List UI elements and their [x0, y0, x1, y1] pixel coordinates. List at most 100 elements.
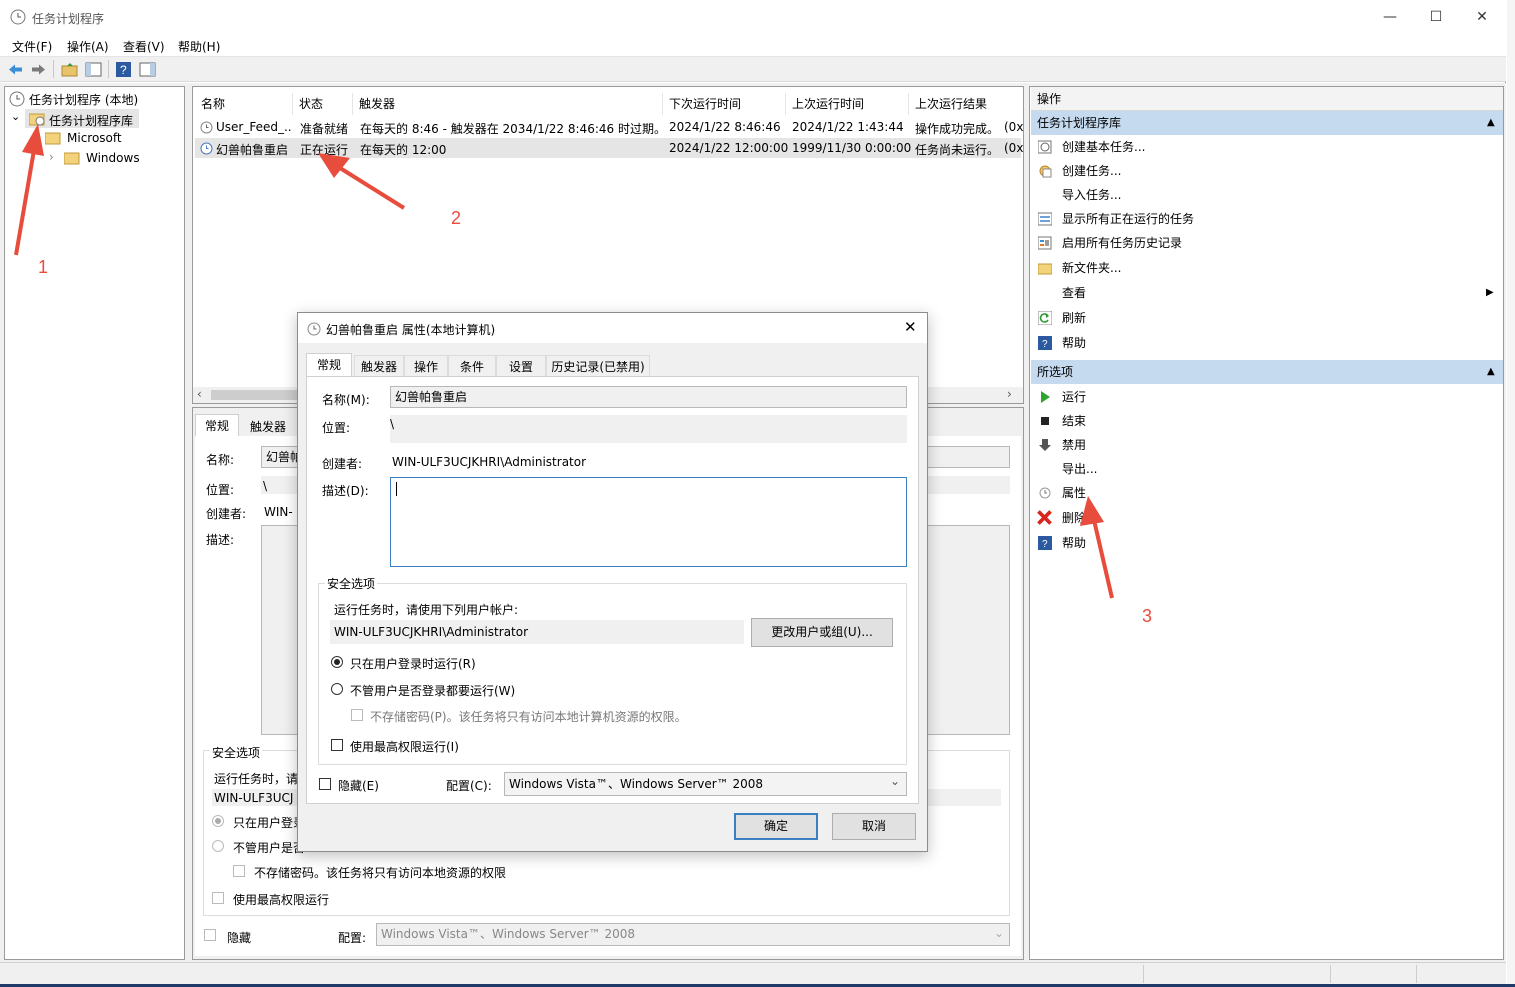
collapse-up-icon[interactable]: ▲: [1487, 360, 1495, 384]
close-button[interactable]: ✕: [1462, 6, 1502, 28]
back-arrow-icon[interactable]: [7, 61, 24, 78]
change-user-button[interactable]: 更改用户或组(U)...: [751, 618, 893, 647]
col-name[interactable]: 名称: [195, 93, 293, 115]
dialog-tab-actions[interactable]: 操作: [404, 355, 448, 377]
action-end[interactable]: 结束: [1034, 409, 1500, 433]
detail-config-select[interactable]: Windows Vista™、Windows Server™ 2008: [376, 923, 1010, 946]
action-label: 帮助: [1062, 536, 1087, 550]
svg-text:?: ?: [1042, 339, 1048, 350]
menu-view[interactable]: 查看(V): [123, 38, 165, 55]
action-refresh[interactable]: 刷新: [1034, 306, 1500, 330]
show-action-pane-icon[interactable]: [139, 61, 156, 78]
actions-section-selected[interactable]: 所选项 ▲: [1031, 360, 1503, 384]
action-label: 启用所有任务历史记录: [1062, 236, 1183, 250]
action-properties[interactable]: 属性: [1034, 481, 1500, 505]
dialog-tab-conditions[interactable]: 条件: [448, 355, 496, 377]
action-label: 创建基本任务...: [1062, 140, 1146, 154]
collapse-up-icon[interactable]: ▲: [1487, 111, 1495, 135]
dialog-tab-settings[interactable]: 设置: [496, 355, 546, 377]
dialog-close-button[interactable]: ✕: [904, 318, 917, 336]
detail-radio-logon-only-label: 只在用户登录: [233, 816, 306, 830]
row-trigger: 在每天的 12:00: [360, 143, 447, 157]
action-label: 查看: [1062, 286, 1087, 300]
detail-tab-triggers[interactable]: 触发器: [243, 416, 293, 438]
svg-text:?: ?: [120, 63, 127, 77]
dialog-radio-always[interactable]: [331, 683, 343, 695]
dialog-highest-checkbox[interactable]: [331, 739, 343, 751]
row-name: 幻兽帕鲁重启: [216, 143, 289, 157]
help-icon[interactable]: ?: [115, 61, 132, 78]
folder-up-icon[interactable]: [61, 61, 78, 78]
dialog-nostore-checkbox[interactable]: [351, 709, 363, 721]
action-create-basic-task[interactable]: 创建基本任务...: [1034, 135, 1500, 159]
col-trigger[interactable]: 触发器: [353, 93, 663, 115]
chevron-right-icon[interactable]: ›: [49, 150, 54, 164]
maximize-button[interactable]: ☐: [1416, 6, 1456, 28]
dialog-config-select[interactable]: Windows Vista™、Windows Server™ 2008: [504, 772, 907, 796]
action-help-selected[interactable]: ? 帮助: [1034, 531, 1500, 555]
detail-hidden-checkbox[interactable]: [204, 929, 216, 941]
dialog-name-field[interactable]: 幻兽帕鲁重启: [390, 386, 907, 408]
chevron-down-icon[interactable]: ⌄: [11, 110, 20, 123]
action-run[interactable]: 运行: [1034, 385, 1500, 409]
action-label: 显示所有正在运行的任务: [1062, 212, 1195, 226]
row-next: 2024/1/22 12:00:00: [669, 141, 789, 155]
action-disable[interactable]: 禁用: [1034, 433, 1500, 457]
table-row-selected[interactable]: 幻兽帕鲁重启 正在运行 在每天的 12:00 2024/1/22 12:00:0…: [195, 138, 1023, 158]
col-next-run[interactable]: 下次运行时间: [663, 93, 786, 115]
dialog-tab-general[interactable]: 常规: [306, 353, 352, 377]
ok-button[interactable]: 确定: [734, 813, 818, 840]
refresh-icon: [1038, 311, 1052, 325]
action-label: 导入任务...: [1062, 188, 1122, 202]
detail-highest-checkbox[interactable]: [212, 892, 224, 904]
cancel-button[interactable]: 取消: [832, 813, 916, 840]
action-show-running[interactable]: 显示所有正在运行的任务: [1034, 207, 1500, 231]
menu-file[interactable]: 文件(F): [12, 38, 52, 55]
action-delete[interactable]: 删除: [1034, 506, 1500, 530]
action-export[interactable]: 导出...: [1034, 457, 1500, 481]
row-last: 2024/1/22 1:43:44: [792, 120, 904, 134]
menu-action[interactable]: 操作(A): [67, 38, 109, 55]
detail-desc-label: 描述:: [206, 533, 235, 547]
row-result-code: (0x: [1004, 120, 1024, 134]
dialog-location-value: \: [390, 417, 395, 431]
scroll-left-icon[interactable]: ‹: [197, 387, 202, 401]
detail-location-label: 位置:: [206, 483, 235, 497]
row-status: 准备就绪: [300, 122, 349, 136]
detail-nostore-checkbox[interactable]: [233, 865, 245, 877]
detail-radio-logon-only[interactable]: [212, 815, 224, 827]
dialog-desc-field[interactable]: [390, 477, 907, 567]
dialog-radio-logon-only-label: 只在用户登录时运行(R): [350, 657, 476, 671]
table-row[interactable]: User_Feed_... 准备就绪 在每天的 8:46 - 触发器在 2034…: [195, 117, 1024, 137]
detail-highest-label: 使用最高权限运行: [233, 893, 330, 907]
action-label: 结束: [1062, 414, 1087, 428]
dialog-tab-history[interactable]: 历史记录(已禁用): [546, 355, 650, 377]
scroll-right-icon[interactable]: ›: [1007, 387, 1012, 401]
action-view[interactable]: 查看 ▶: [1034, 281, 1500, 305]
action-import-task[interactable]: 导入任务...: [1034, 183, 1500, 207]
col-last-result[interactable]: 上次运行结果: [909, 93, 1021, 115]
dialog-hidden-checkbox[interactable]: [319, 778, 331, 790]
detail-radio-always[interactable]: [212, 840, 224, 852]
actions-section-selected-label: 所选项: [1037, 365, 1074, 379]
actions-section-library[interactable]: 任务计划程序库 ▲: [1031, 111, 1503, 135]
clock-icon: [200, 142, 213, 155]
forward-arrow-icon[interactable]: [30, 61, 47, 78]
dialog-radio-logon-only[interactable]: [331, 656, 343, 668]
detail-hidden-label: 隐藏: [227, 931, 252, 945]
dialog-tab-triggers[interactable]: 触发器: [354, 355, 404, 377]
col-status[interactable]: 状态: [293, 93, 353, 115]
action-create-task[interactable]: 创建任务...: [1034, 159, 1500, 183]
action-enable-history[interactable]: 启用所有任务历史记录: [1034, 231, 1500, 255]
col-last-run[interactable]: 上次运行时间: [786, 93, 909, 115]
action-help[interactable]: ? 帮助: [1034, 331, 1500, 355]
window-title: 任务计划程序: [32, 12, 105, 26]
title-bar: 任务计划程序 — ☐ ✕: [0, 0, 1506, 34]
minimize-button[interactable]: —: [1370, 6, 1410, 28]
new-folder-icon: [1038, 263, 1052, 275]
detail-tab-general[interactable]: 常规: [195, 414, 239, 436]
show-hide-tree-icon[interactable]: [85, 61, 102, 78]
tree-library[interactable]: ⌄ 任务计划程序库: [9, 109, 139, 129]
menu-help[interactable]: 帮助(H): [178, 38, 220, 55]
action-new-folder[interactable]: 新文件夹...: [1034, 256, 1500, 280]
